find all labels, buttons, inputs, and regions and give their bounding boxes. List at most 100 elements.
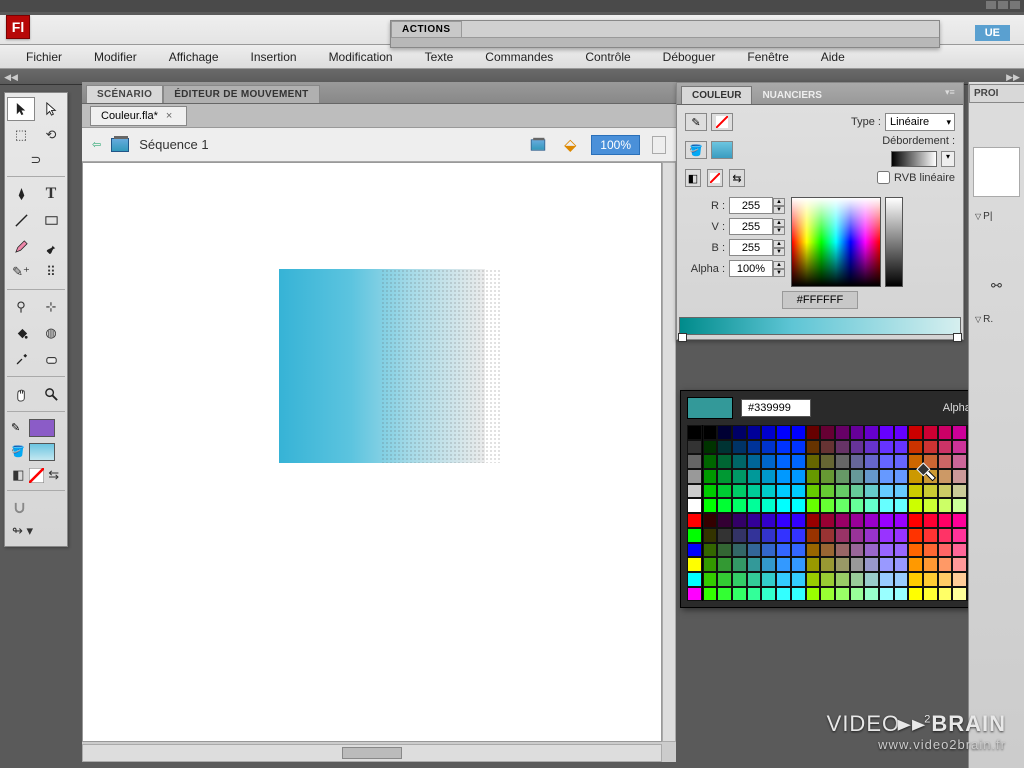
- swatch-cell[interactable]: [791, 454, 806, 469]
- swatch-cell[interactable]: [864, 528, 879, 543]
- lasso-tool[interactable]: ⊃: [7, 149, 65, 171]
- swatch-cell[interactable]: [952, 454, 967, 469]
- overflow-preview[interactable]: [891, 151, 937, 167]
- swatch-cell[interactable]: [761, 484, 776, 499]
- swatch-cell[interactable]: [703, 440, 718, 455]
- alpha-input[interactable]: ▲▼: [729, 260, 785, 277]
- swatch-cell[interactable]: [938, 513, 953, 528]
- black-white-swap-icon[interactable]: ◧: [11, 467, 26, 483]
- gradient-stop-left[interactable]: [678, 333, 687, 342]
- swatch-cell[interactable]: [806, 425, 821, 440]
- swatch-cell[interactable]: [879, 498, 894, 513]
- swatch-cell[interactable]: [717, 498, 732, 513]
- dock-section-2[interactable]: ▽R.: [969, 304, 1024, 335]
- swatch-cell[interactable]: [687, 543, 702, 558]
- swatch-cell[interactable]: [864, 572, 879, 587]
- smooth-option[interactable]: ↬ ▾: [7, 520, 65, 542]
- swatch-cell[interactable]: [820, 469, 835, 484]
- swatch-cell[interactable]: [732, 484, 747, 499]
- swatch-cell[interactable]: [850, 513, 865, 528]
- swatch-cell[interactable]: [747, 425, 762, 440]
- swatch-cell[interactable]: [820, 572, 835, 587]
- swatch-cell[interactable]: [908, 498, 923, 513]
- edit-symbols-icon[interactable]: ⬙: [559, 135, 581, 155]
- swatch-cell[interactable]: [923, 557, 938, 572]
- menu-commandes[interactable]: Commandes: [469, 46, 569, 68]
- swatch-cell[interactable]: [761, 454, 776, 469]
- swatch-cell[interactable]: [894, 587, 909, 602]
- tab-scenario[interactable]: SCÉNARIO: [86, 85, 163, 103]
- swatch-cell[interactable]: [835, 469, 850, 484]
- swatch-cell[interactable]: [835, 440, 850, 455]
- gradient-ramp[interactable]: [679, 317, 961, 335]
- swatch-cell[interactable]: [850, 528, 865, 543]
- fill-type-select[interactable]: Linéaire: [885, 113, 955, 131]
- tab-nuanciers[interactable]: NUANCIERS: [752, 87, 831, 104]
- swatch-cell[interactable]: [835, 425, 850, 440]
- bw-icon[interactable]: ◧: [685, 169, 701, 187]
- swatch-cell[interactable]: [806, 484, 821, 499]
- swatch-cell[interactable]: [879, 425, 894, 440]
- menu-modifier[interactable]: Modifier: [78, 46, 153, 68]
- swatch-cell[interactable]: [687, 440, 702, 455]
- swatch-cell[interactable]: [864, 440, 879, 455]
- swatch-cell[interactable]: [761, 513, 776, 528]
- swatch-cell[interactable]: [879, 484, 894, 499]
- swatch-cell[interactable]: [747, 440, 762, 455]
- swatch-cell[interactable]: [703, 484, 718, 499]
- swatch-cell[interactable]: [791, 484, 806, 499]
- vertical-scrollbar[interactable]: [662, 162, 676, 742]
- swatch-cell[interactable]: [776, 543, 791, 558]
- stage-canvas[interactable]: [82, 162, 662, 742]
- gradient-stop-right[interactable]: [953, 333, 962, 342]
- swatch-cell[interactable]: [732, 513, 747, 528]
- swatch-cell[interactable]: [850, 425, 865, 440]
- swatch-cell[interactable]: [747, 557, 762, 572]
- swatch-cell[interactable]: [747, 543, 762, 558]
- swatch-cell[interactable]: [850, 572, 865, 587]
- swatch-cell[interactable]: [820, 543, 835, 558]
- popup-hex-field[interactable]: #339999: [741, 399, 811, 417]
- swatch-cell[interactable]: [776, 528, 791, 543]
- swatch-cell[interactable]: [791, 572, 806, 587]
- file-tab[interactable]: Couleur.fla*×: [90, 106, 187, 126]
- swatch-cell[interactable]: [761, 498, 776, 513]
- swatch-cell[interactable]: [806, 543, 821, 558]
- swatch-cell[interactable]: [952, 557, 967, 572]
- swatch-cell[interactable]: [717, 513, 732, 528]
- scrollbar-thumb[interactable]: [342, 747, 402, 759]
- swatch-cell[interactable]: [791, 469, 806, 484]
- swatch-cell[interactable]: [894, 557, 909, 572]
- swatch-cell[interactable]: [717, 543, 732, 558]
- no-stroke-icon[interactable]: [711, 113, 733, 131]
- 3d-rotation-tool[interactable]: ⟲: [37, 123, 65, 147]
- swatch-cell[interactable]: [791, 440, 806, 455]
- swatch-cell[interactable]: [894, 543, 909, 558]
- swatch-cell[interactable]: [820, 454, 835, 469]
- swatch-cell[interactable]: [923, 454, 938, 469]
- swatch-cell[interactable]: [687, 557, 702, 572]
- swatch-cell[interactable]: [923, 469, 938, 484]
- swatch-cell[interactable]: [850, 557, 865, 572]
- swatch-cell[interactable]: [703, 513, 718, 528]
- swatch-cell[interactable]: [776, 572, 791, 587]
- swatch-cell[interactable]: [864, 543, 879, 558]
- menu-fichier[interactable]: Fichier: [10, 46, 78, 68]
- swatch-cell[interactable]: [923, 587, 938, 602]
- swatch-cell[interactable]: [776, 513, 791, 528]
- swatch-cell[interactable]: [717, 440, 732, 455]
- menu-fenetre[interactable]: Fenêtre: [731, 46, 804, 68]
- window-controls[interactable]: [986, 1, 1020, 9]
- swatch-cell[interactable]: [952, 587, 967, 602]
- swatch-cell[interactable]: [703, 587, 718, 602]
- swatch-cell[interactable]: [820, 587, 835, 602]
- swatch-cell[interactable]: [747, 587, 762, 602]
- zoom-tool[interactable]: [37, 382, 65, 406]
- swatch-cell[interactable]: [761, 425, 776, 440]
- swatch-cell[interactable]: [835, 484, 850, 499]
- swatch-cell[interactable]: [791, 425, 806, 440]
- swatch-cell[interactable]: [952, 425, 967, 440]
- swatch-cell[interactable]: [908, 484, 923, 499]
- swatch-cell[interactable]: [894, 469, 909, 484]
- swatch-cell[interactable]: [703, 454, 718, 469]
